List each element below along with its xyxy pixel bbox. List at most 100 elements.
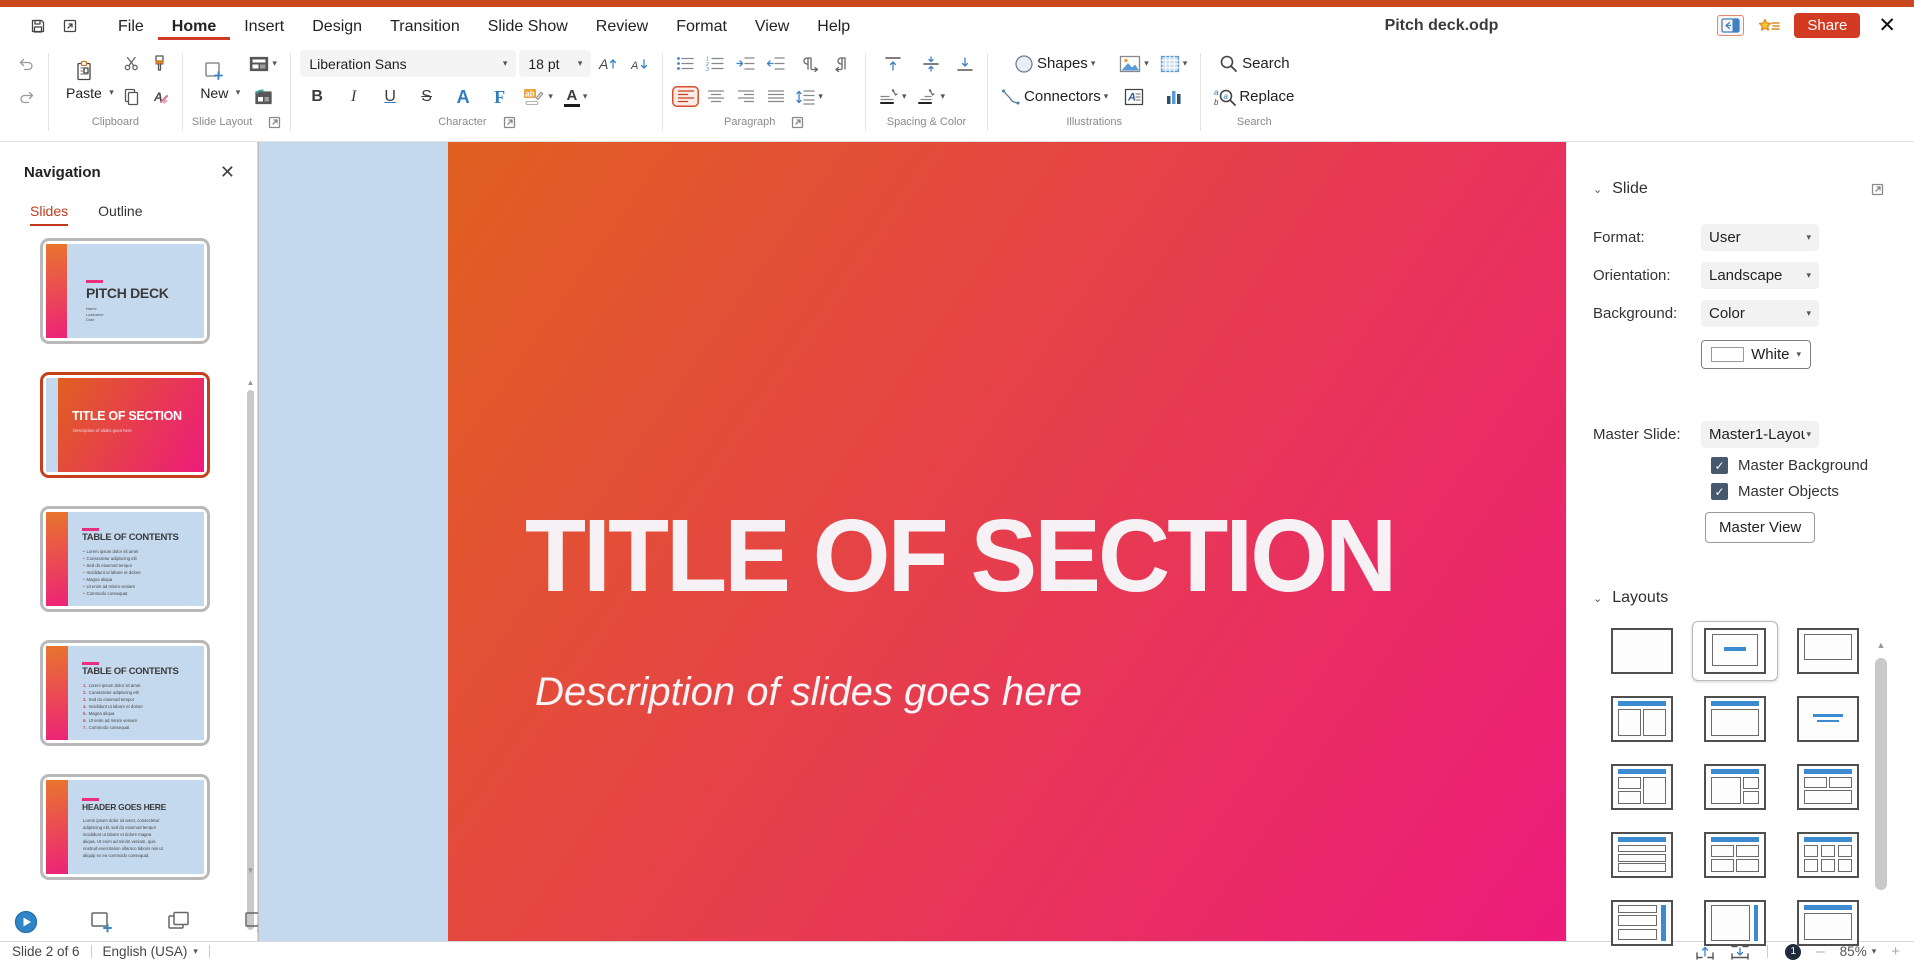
scroll-down-icon[interactable]: ▼ (246, 866, 255, 875)
font-size-combobox[interactable]: 18 pt▾ (519, 50, 591, 77)
clone-formatting-button[interactable] (147, 51, 173, 76)
layout-option-title-box[interactable] (1692, 621, 1778, 681)
menu-insert[interactable]: Insert (230, 12, 298, 40)
slide-thumbnail-3[interactable]: TABLE OF CONTENTS•Lorem ipsum dolor sit … (40, 506, 210, 612)
layout-option-title-three-rows[interactable] (1599, 825, 1685, 885)
center-vertically-button[interactable] (913, 53, 949, 75)
copy-button[interactable] (119, 84, 144, 109)
layout-option-title-two-top-one-bottom[interactable] (1785, 757, 1871, 817)
slide-section-popout-icon[interactable] (1871, 183, 1884, 196)
undo-button[interactable] (14, 53, 39, 75)
line-spacing-button[interactable]: ▾ (792, 86, 827, 108)
slide-thumbnail-1[interactable]: PITCH DECKNameLastnameDate (40, 238, 210, 344)
align-center-button[interactable] (702, 86, 729, 107)
menu-home[interactable]: Home (158, 12, 230, 40)
navigation-close-icon[interactable]: ✕ (220, 162, 235, 183)
master-objects-checkbox[interactable]: ✓ (1711, 483, 1728, 500)
start-presentation-button[interactable] (14, 910, 38, 934)
underline-button[interactable]: U (373, 86, 407, 108)
background-color-button[interactable]: White ▾ (1701, 340, 1811, 369)
slide-layout-button[interactable]: ▾ (245, 53, 281, 75)
replace-button[interactable]: aba Replace (1210, 84, 1298, 110)
sidebar-scrollbar[interactable]: ▲ (1874, 640, 1888, 941)
slide-section-chevron-icon[interactable]: ⌄ (1593, 183, 1602, 196)
font-color-button[interactable]: A ▾ (560, 84, 592, 110)
align-top-button[interactable] (875, 53, 911, 75)
language-caret-icon[interactable]: ▾ (193, 947, 198, 956)
slide-thumbnail-2[interactable]: TITLE OF SECTIONDescription of slides go… (40, 372, 210, 478)
nav-tab-outline[interactable]: Outline (98, 203, 142, 226)
language-selector[interactable]: English (USA) (103, 944, 188, 959)
layout-option-title-two-content[interactable] (1599, 689, 1685, 749)
layout-option-title-wide-content[interactable] (1785, 893, 1871, 953)
layouts-section-chevron-icon[interactable]: ⌄ (1593, 592, 1602, 605)
menu-view[interactable]: View (741, 12, 803, 40)
strikethrough-button[interactable]: S (410, 86, 444, 108)
scroll-up-icon[interactable]: ▲ (246, 378, 255, 387)
orientation-select[interactable]: Landscape▾ (1701, 262, 1819, 289)
increase-indent-button[interactable] (732, 53, 759, 74)
background-select[interactable]: Color▾ (1701, 300, 1819, 327)
change-layout-button[interactable] (245, 85, 281, 109)
format-select[interactable]: User▾ (1701, 224, 1819, 251)
slide-thumbnail-5[interactable]: HEADER GOES HERELorem ipsum dolor sit am… (40, 774, 210, 880)
nav-tab-slides[interactable]: Slides (30, 203, 68, 226)
navigation-scrollbar[interactable]: ▲ ▼ (246, 378, 255, 875)
save-icon[interactable] (30, 18, 46, 34)
add-slide-button[interactable] (89, 910, 115, 934)
italic-button[interactable]: I (337, 86, 371, 108)
slide-title-text[interactable]: TITLE OF SECTION (525, 504, 1394, 607)
shrink-font-button[interactable]: A (625, 52, 653, 76)
slide-canvas[interactable]: TITLE OF SECTION Description of slides g… (258, 142, 1566, 941)
collapse-toolbar-button[interactable] (1717, 15, 1744, 36)
bold-button[interactable]: B (300, 86, 334, 108)
insert-textbox-button[interactable]: A (1115, 85, 1153, 109)
align-left-button[interactable] (672, 86, 699, 107)
font-name-combobox[interactable]: Liberation Sans▾ (300, 50, 516, 77)
star-recommend-icon[interactable] (1758, 18, 1780, 34)
layout-option-centered-text[interactable] (1785, 689, 1871, 749)
slide-description-text[interactable]: Description of slides goes here (535, 670, 1082, 715)
layout-option-title-content[interactable] (1692, 689, 1778, 749)
slide-thumbnail-4[interactable]: TABLE OF CONTENTS1.Lorem ipsum dolor sit… (40, 640, 210, 746)
paragraph-ltr-button[interactable] (792, 53, 827, 75)
search-button[interactable]: Search (1210, 51, 1298, 77)
insert-chart-button[interactable] (1156, 85, 1192, 109)
master-slide-select[interactable]: Master1-Layout▾ (1701, 421, 1819, 448)
character-popout-icon[interactable] (503, 116, 516, 129)
menu-help[interactable]: Help (803, 12, 864, 40)
layout-option-title-right-split[interactable] (1692, 757, 1778, 817)
menu-format[interactable]: Format (662, 12, 741, 40)
new-slide-dropdown-caret[interactable]: ▾ (236, 88, 241, 97)
menu-slide-show[interactable]: Slide Show (474, 12, 582, 40)
share-button[interactable]: Share (1794, 13, 1860, 38)
connectors-button[interactable]: Connectors ▾ (997, 85, 1112, 109)
cut-button[interactable] (119, 52, 144, 75)
layout-option-blank[interactable] (1599, 621, 1685, 681)
menu-design[interactable]: Design (298, 12, 376, 40)
shadow-button[interactable]: A (446, 85, 480, 109)
align-justify-button[interactable] (762, 86, 789, 107)
new-slide-button[interactable]: ▾ New (192, 58, 242, 103)
open-new-window-icon[interactable] (62, 18, 78, 34)
sidebar-scrollbar-thumb[interactable] (1875, 658, 1887, 890)
insert-table-button[interactable]: ▾ (1156, 52, 1192, 76)
layout-option-title-frame[interactable] (1785, 621, 1871, 681)
clear-formatting-button[interactable]: A (147, 85, 173, 109)
layout-option-title-left-split[interactable] (1599, 757, 1685, 817)
close-document-icon[interactable]: ✕ (1874, 15, 1900, 36)
fontwork-button[interactable]: F (483, 85, 517, 109)
menu-review[interactable]: Review (582, 12, 662, 40)
layout-option-title-four-grid[interactable] (1692, 825, 1778, 885)
highlight-color-button[interactable]: ab▾ (519, 85, 557, 109)
paragraph-rtl-button[interactable] (830, 53, 856, 75)
space-above-button[interactable]: ▾ (875, 85, 911, 108)
layout-option-vertical-bar-box[interactable] (1692, 893, 1778, 953)
bullet-list-button[interactable] (672, 53, 699, 74)
paragraph-popout-icon[interactable] (791, 116, 804, 129)
navigation-scrollbar-thumb[interactable] (247, 390, 254, 930)
duplicate-slide-button[interactable] (166, 910, 192, 934)
paste-dropdown-caret[interactable]: ▾ (109, 88, 114, 97)
align-right-button[interactable] (732, 86, 759, 107)
layout-option-vertical-bar-rows[interactable] (1599, 893, 1685, 953)
